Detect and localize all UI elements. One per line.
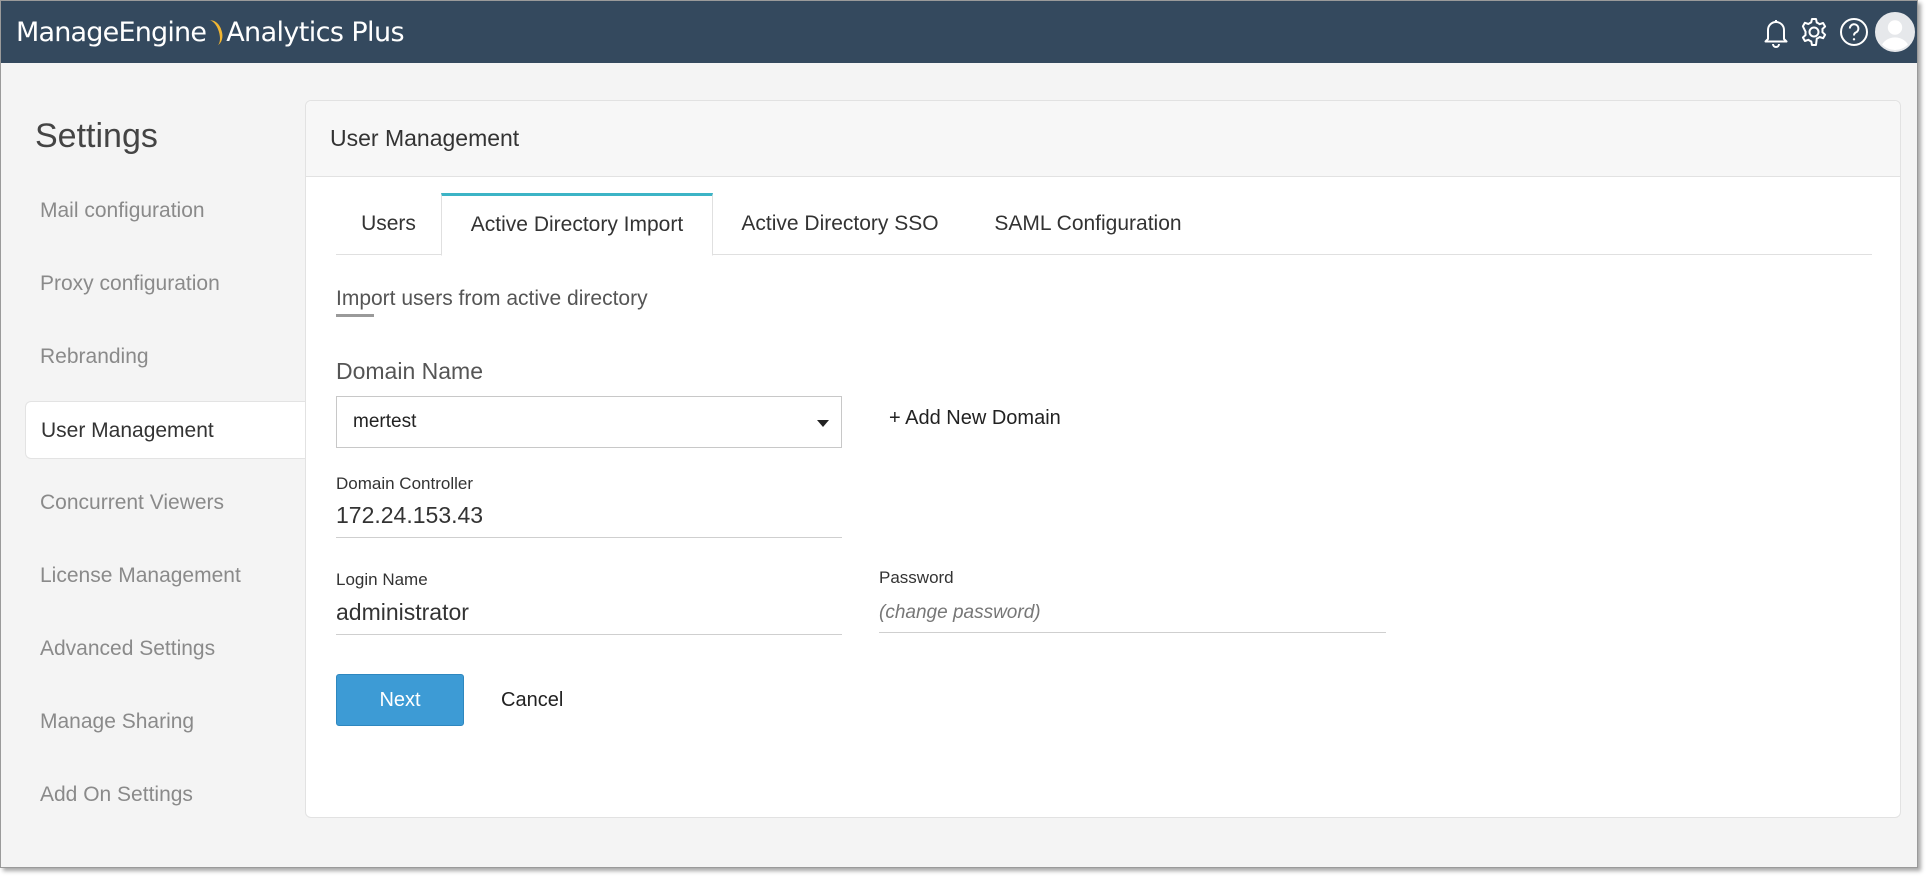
sidebar: Settings Mail configuration Proxy config…	[1, 63, 305, 867]
main-panel: User Management Users Active Directory I…	[305, 100, 1901, 818]
page-title: User Management	[330, 125, 520, 151]
sidebar-item-add-on-settings[interactable]: Add On Settings	[25, 766, 305, 824]
domain-controller-field[interactable]: 172.24.153.43	[336, 491, 842, 538]
cancel-button[interactable]: Cancel	[501, 674, 563, 726]
brand-right: Analytics Plus	[226, 17, 404, 48]
tab-bar: Users Active Directory Import Active Dir…	[336, 193, 1872, 256]
sidebar-item-manage-sharing[interactable]: Manage Sharing	[25, 693, 305, 751]
help-icon[interactable]	[1838, 16, 1870, 48]
sidebar-item-user-management[interactable]: User Management	[25, 401, 305, 459]
section-title: Import users from active directory	[336, 287, 648, 310]
top-bar: ManageEngine Analytics Plus	[1, 1, 1917, 63]
domain-name-value: mertest	[353, 411, 417, 432]
add-new-domain-link[interactable]: + Add New Domain	[889, 407, 1061, 430]
tab-active-directory-sso[interactable]: Active Directory SSO	[713, 193, 967, 255]
sidebar-item-mail-configuration[interactable]: Mail configuration	[25, 182, 305, 240]
password-placeholder: (change password)	[879, 602, 1041, 623]
sidebar-item-concurrent-viewers[interactable]: Concurrent Viewers	[25, 474, 305, 532]
sidebar-item-rebranding[interactable]: Rebranding	[25, 328, 305, 386]
avatar[interactable]	[1875, 12, 1915, 52]
bell-icon[interactable]	[1760, 16, 1792, 48]
tab-active-directory-import[interactable]: Active Directory Import	[441, 193, 713, 256]
password-field[interactable]: (change password)	[879, 587, 1386, 633]
section-underline	[336, 314, 374, 317]
sidebar-item-advanced-settings[interactable]: Advanced Settings	[25, 620, 305, 678]
password-label: Password	[879, 568, 954, 587]
domain-name-label: Domain Name	[336, 358, 483, 384]
sidebar-item-license-management[interactable]: License Management	[25, 547, 305, 605]
settings-title: Settings	[35, 117, 158, 155]
tab-users[interactable]: Users	[336, 193, 441, 255]
logo[interactable]: ManageEngine Analytics Plus	[16, 15, 405, 49]
next-button[interactable]: Next	[336, 674, 464, 726]
tab-saml-configuration[interactable]: SAML Configuration	[967, 193, 1209, 255]
sidebar-item-proxy-configuration[interactable]: Proxy configuration	[25, 255, 305, 313]
domain-name-select[interactable]: mertest	[336, 396, 842, 448]
brand-left: ManageEngine	[16, 17, 207, 48]
login-name-value: administrator	[336, 599, 469, 625]
app-window: ManageEngine Analytics Plus Settings Mai…	[0, 0, 1918, 868]
chevron-down-icon	[817, 420, 829, 427]
gear-icon[interactable]	[1798, 16, 1830, 48]
domain-controller-value: 172.24.153.43	[336, 502, 484, 528]
panel-header: User Management	[306, 101, 1900, 177]
login-name-field[interactable]: administrator	[336, 587, 842, 635]
